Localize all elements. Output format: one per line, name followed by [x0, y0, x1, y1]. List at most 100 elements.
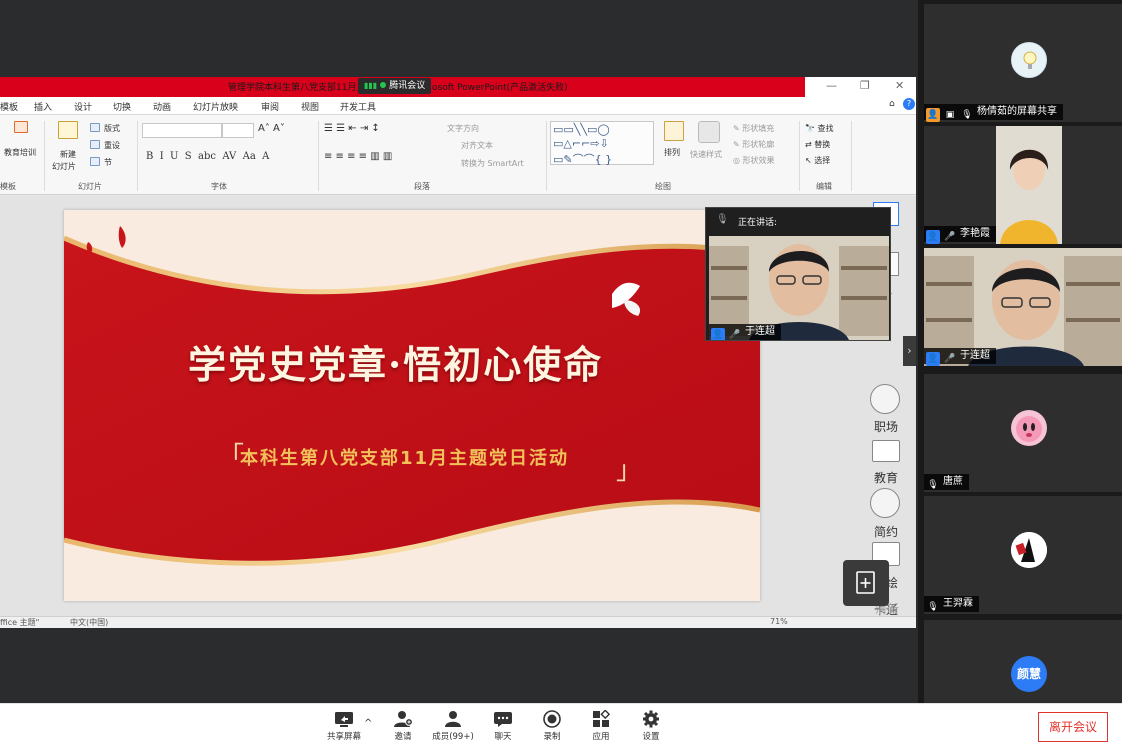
- side-tool-education[interactable]: 教育: [864, 469, 908, 486]
- tab-insert[interactable]: 插入: [34, 100, 52, 113]
- align-buttons[interactable]: ≡ ≡ ≡ ≡ ▥ ▥: [324, 151, 392, 162]
- arrange-button[interactable]: 排列: [664, 147, 680, 158]
- workplace-icon[interactable]: [870, 384, 900, 414]
- chat-label: 聊天: [494, 732, 512, 742]
- align-text-button[interactable]: 对齐文本: [461, 140, 493, 151]
- slide-title: 学党史党章·悟初心使命: [188, 342, 604, 387]
- participant-tile[interactable]: 👤 🎤 于连超: [924, 248, 1122, 366]
- apps-button[interactable]: 应用: [588, 704, 614, 747]
- participant-list: 👤 ▣ 🎙 杨倩茹的屏幕共享 👤 🎤 李艳霞 👤 🎤 于连超 🎙 唐蔗 🎙 王羿…: [918, 0, 1122, 703]
- share-screen-button[interactable]: 共享屏幕: [322, 704, 366, 747]
- status-zoom[interactable]: 71%: [770, 617, 788, 626]
- education-icon[interactable]: [872, 440, 900, 462]
- arrange-icon: [664, 121, 684, 141]
- participant-tile[interactable]: 👤 🎤 李艳霞: [924, 126, 1122, 244]
- edu-training-button[interactable]: 教育培训: [4, 147, 36, 158]
- participant-tile[interactable]: 👤 ▣ 🎙 杨倩茹的屏幕共享: [924, 4, 1122, 122]
- subtitle-bracket-close: 」: [616, 456, 643, 486]
- font-format-buttons[interactable]: B I U S abc AV Aa A: [146, 151, 269, 162]
- participant-tile[interactable]: 🎙 唐蔗: [924, 374, 1122, 492]
- side-tool-workplace[interactable]: 职场: [864, 418, 908, 435]
- chevron-up-icon[interactable]: ^: [364, 718, 372, 729]
- tab-template[interactable]: 模板: [0, 100, 18, 113]
- shape-fill-button[interactable]: ✎ 形状填充: [733, 123, 774, 134]
- smartart-button[interactable]: 转换为 SmartArt: [461, 158, 524, 169]
- tab-view[interactable]: 视图: [301, 100, 319, 113]
- status-language: 中文(中国): [70, 618, 109, 627]
- side-tool-simple[interactable]: 简约: [864, 523, 908, 540]
- tab-transition[interactable]: 切换: [113, 100, 131, 113]
- paper-plane-icon[interactable]: [870, 488, 900, 518]
- layout-button[interactable]: 版式: [104, 123, 120, 134]
- section-button[interactable]: 节: [104, 157, 112, 168]
- help-icon[interactable]: ?: [903, 98, 915, 110]
- slide-background-art: [64, 210, 760, 601]
- shape-effect-button[interactable]: ◎ 形状效果: [733, 155, 775, 166]
- section-icon: [90, 157, 100, 166]
- record-button[interactable]: 录制: [539, 704, 565, 747]
- meeting-status-tag[interactable]: ▮▮▮ 腾讯会议: [358, 78, 432, 94]
- grow-font-icon[interactable]: A˄ A˅: [258, 123, 285, 134]
- restore-icon[interactable]: ❐: [860, 79, 870, 92]
- shape-outline-button[interactable]: ✎ 形状轮廓: [733, 139, 774, 150]
- close-icon[interactable]: ✕: [895, 79, 904, 92]
- collapse-panel-icon[interactable]: ›: [903, 336, 916, 366]
- reset-button[interactable]: 重设: [104, 140, 120, 151]
- new-slide-button-line2[interactable]: 幻灯片: [52, 161, 76, 172]
- shape-gallery-icons: ▭▭╲╲▭◯: [553, 123, 610, 136]
- share-action-button[interactable]: [843, 560, 889, 606]
- active-speaker-panel[interactable]: 🎙 正在讲话: 👤 🎤 于连超: [705, 207, 891, 341]
- speaking-label: 正在讲话:: [738, 218, 778, 228]
- active-speaker-video: 👤 🎤 于连超: [709, 236, 889, 340]
- participant-tile[interactable]: 🎙 王羿霖: [924, 496, 1122, 614]
- video-frame: [996, 126, 1062, 244]
- leave-meeting-button[interactable]: 离开会议: [1038, 712, 1108, 742]
- minimize-icon[interactable]: —: [826, 79, 837, 92]
- font-size-select[interactable]: [222, 123, 254, 138]
- lightbulb-icon: [1023, 51, 1037, 69]
- tab-slideshow[interactable]: 幻灯片放映: [193, 100, 238, 113]
- collapse-ribbon-icon[interactable]: ⌂: [889, 99, 895, 109]
- list-buttons[interactable]: ☰ ☰ ⇤ ⇥ ↕: [324, 123, 380, 134]
- meeting-tag-label: 腾讯会议: [389, 81, 426, 91]
- kirby-avatar-icon: [1016, 416, 1042, 442]
- font-group-label: 字体: [211, 182, 227, 191]
- tab-review[interactable]: 审阅: [261, 100, 279, 113]
- slide-canvas[interactable]: 「 」 学党史党章·悟初心使命 本科生第八党支部11月主题党日活动: [64, 210, 760, 601]
- participant-tile[interactable]: 颜慧: [924, 620, 1122, 703]
- screen-share-icon: ▣: [945, 110, 955, 120]
- participant-video: [996, 126, 1062, 244]
- mic-muted-icon: 🎙: [927, 602, 939, 612]
- shape-gallery[interactable]: ▭▭╲╲▭◯ ▭△⌐⌐⇨⇩ ▭✎⌒⌒{ }: [550, 121, 654, 166]
- invite-button[interactable]: 邀请: [388, 704, 418, 747]
- replace-button[interactable]: ⇄ 替换: [805, 139, 830, 150]
- tab-animation[interactable]: 动画: [153, 100, 171, 113]
- ribbon-separator: [799, 121, 800, 191]
- signal-icon: ▮▮▮: [364, 81, 378, 90]
- font-family-select[interactable]: [142, 123, 222, 138]
- share-screen-icon: [335, 712, 353, 727]
- text-direction-button[interactable]: 文字方向: [447, 123, 479, 134]
- tab-design[interactable]: 设计: [74, 100, 92, 113]
- chat-button[interactable]: 聊天: [490, 704, 516, 747]
- select-button[interactable]: ↖ 选择: [805, 155, 830, 166]
- ppt-window-title: 管理学院本科生第八党支部11月主: [228, 83, 366, 93]
- live-dot-icon: [380, 82, 387, 88]
- status-theme: ffice 主题": [0, 618, 40, 627]
- settings-label: 设置: [642, 732, 660, 742]
- members-button[interactable]: 成员(99+): [430, 704, 476, 747]
- add-page-icon: [856, 571, 875, 594]
- mic-icon: 🎤: [944, 354, 956, 364]
- ppt-window-title-tail: osoft PowerPoint(产品激活失败): [432, 83, 568, 93]
- shared-screen-area: 管理学院本科生第八党支部11月主 ▮▮▮ 腾讯会议 osoft PowerPoin…: [0, 0, 916, 703]
- ppt-titlebar: 管理学院本科生第八党支部11月主 ▮▮▮ 腾讯会议 osoft PowerPoin…: [0, 77, 916, 97]
- shape-gallery-icons: ▭△⌐⌐⇨⇩: [553, 137, 609, 150]
- ppt-ribbon: 教育培训 模板 新建 幻灯片 版式 重设 节 幻灯片 A˄ A˅ B I U S…: [0, 115, 916, 195]
- find-button[interactable]: 🔭 查找: [805, 123, 834, 134]
- participant-name-tag: 👤 ▣ 🎙 杨倩茹的屏幕共享: [924, 104, 1063, 122]
- quick-style-button[interactable]: 快速样式: [690, 149, 722, 160]
- participant-name: 李艳霞: [960, 228, 990, 239]
- settings-button[interactable]: 设置: [638, 704, 664, 747]
- tab-developer[interactable]: 开发工具: [340, 100, 376, 113]
- new-slide-button[interactable]: 新建: [60, 149, 76, 160]
